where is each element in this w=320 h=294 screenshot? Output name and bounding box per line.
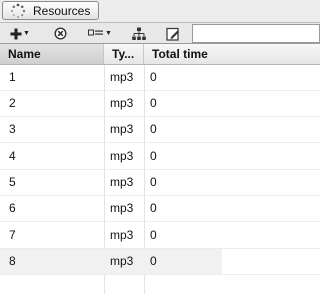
cell-name: 2 (9, 96, 16, 110)
tab-bar: Resources (0, 0, 320, 22)
chevron-down-icon: ▼ (23, 30, 30, 37)
cell-total-time: 0 (150, 201, 157, 215)
table-row-selected[interactable]: 8 mp3 0 (0, 249, 320, 275)
cell-name: 6 (9, 201, 16, 215)
cell-type: mp3 (110, 228, 134, 242)
table-header: Name Ty... Total time (0, 43, 320, 65)
circle-x-icon (53, 27, 67, 40)
spinner-icon (10, 3, 26, 18)
plus-icon (10, 28, 22, 39)
hierarchy-icon (132, 27, 146, 40)
chevron-down-icon: ▼ (105, 30, 112, 37)
cell-type: mp3 (110, 96, 134, 110)
view-options-button[interactable]: ▼ (86, 24, 114, 43)
edit-button[interactable] (162, 24, 184, 43)
cell-total-time: 0 (150, 122, 157, 136)
cell-total-time: 0 (150, 254, 157, 268)
cell-name: 4 (9, 149, 16, 163)
table-row[interactable]: 2 mp3 0 (0, 91, 320, 117)
cell-name: 5 (9, 175, 16, 189)
cell-name: 3 (9, 122, 16, 136)
cell-type: mp3 (110, 122, 134, 136)
toolbar-input-area[interactable] (192, 24, 320, 43)
table-row[interactable]: 1 mp3 0 (0, 65, 320, 91)
cell-name: 7 (9, 228, 16, 242)
tab-label: Resources (33, 3, 91, 18)
column-header-type[interactable]: Ty... (104, 44, 144, 64)
table-row[interactable]: 7 mp3 0 (0, 223, 320, 249)
cell-type: mp3 (110, 149, 134, 163)
column-header-name[interactable]: Name (0, 44, 104, 64)
table-row[interactable]: 6 mp3 0 (0, 196, 320, 222)
column-header-total-time[interactable]: Total time (144, 44, 320, 64)
remove-button[interactable] (50, 24, 70, 43)
hierarchy-button[interactable] (128, 24, 150, 43)
cell-type: mp3 (110, 254, 134, 268)
cell-total-time: 0 (150, 70, 157, 84)
cell-total-time: 0 (150, 228, 157, 242)
table-row[interactable]: 4 mp3 0 (0, 144, 320, 170)
table-row[interactable]: 5 mp3 0 (0, 170, 320, 196)
table-row[interactable]: 3 mp3 0 (0, 117, 320, 143)
cell-type: mp3 (110, 70, 134, 84)
cell-total-time: 0 (150, 96, 157, 110)
cell-type: mp3 (110, 201, 134, 215)
cell-type: mp3 (110, 175, 134, 189)
cell-name: 1 (9, 70, 16, 84)
list-view-icon (88, 29, 104, 36)
cell-name: 8 (9, 254, 16, 268)
edit-icon (166, 27, 179, 41)
cell-total-time: 0 (150, 175, 157, 189)
cell-total-time: 0 (150, 149, 157, 163)
toolbar: ▼ ▼ (0, 22, 320, 43)
tab-resources[interactable]: Resources (2, 1, 99, 20)
add-button[interactable]: ▼ (6, 24, 34, 43)
